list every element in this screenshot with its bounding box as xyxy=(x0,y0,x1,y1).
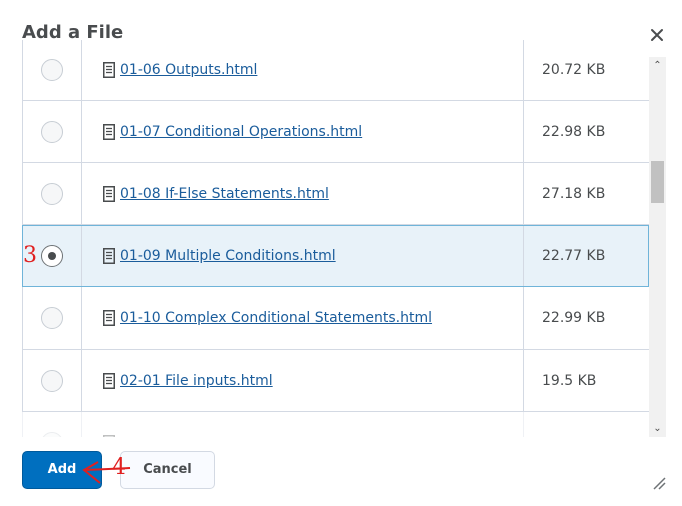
file-radio[interactable] xyxy=(41,120,63,143)
file-name-cell: 01-09 Multiple Conditions.html xyxy=(82,226,524,286)
table-row[interactable]: 02-01 File inputs.html 19.5 KB xyxy=(22,350,649,412)
file-size-cell: 19.5 KB xyxy=(524,350,649,411)
file-size: 19.5 KB xyxy=(542,372,597,389)
table-row[interactable]: 01-06 Outputs.html 20.72 KB xyxy=(22,40,649,101)
scroll-up-icon[interactable]: ⌃ xyxy=(649,57,666,74)
file-list: 01-06 Outputs.html 20.72 KB 01-07 Conditio… xyxy=(22,40,649,437)
file-name-cell: 01-06 Outputs.html xyxy=(82,40,524,100)
document-icon xyxy=(103,185,115,202)
document-icon xyxy=(103,123,115,140)
file-radio[interactable] xyxy=(41,307,63,329)
table-row[interactable]: 01-10 Complex Conditional Statements.htm… xyxy=(22,287,649,350)
file-size: 22.77 KB xyxy=(542,248,606,264)
scroll-down-icon[interactable]: ⌄ xyxy=(649,420,666,437)
file-radio[interactable] xyxy=(41,182,63,205)
add-button[interactable]: Add xyxy=(22,451,102,489)
file-link[interactable]: 01-06 Outputs.html xyxy=(120,61,257,79)
radio-cell xyxy=(23,287,82,349)
file-link[interactable]: 01-09 Multiple Conditions.html xyxy=(120,247,336,265)
file-name-cell: 01-07 Conditional Operations.html xyxy=(82,101,524,162)
file-size-cell xyxy=(524,412,649,437)
file-radio[interactable] xyxy=(41,369,63,392)
file-name-cell: 02-01 File inputs.html xyxy=(82,350,524,411)
file-name-cell xyxy=(82,412,524,437)
annotation-step-3: 3 xyxy=(23,243,37,268)
radio-cell xyxy=(23,101,82,162)
table-row[interactable] xyxy=(22,412,649,437)
document-icon xyxy=(103,310,115,326)
scrollbar[interactable]: ⌃ ⌄ xyxy=(649,57,666,437)
radio-cell xyxy=(23,350,82,411)
cancel-button[interactable]: Cancel xyxy=(120,451,215,489)
table-row[interactable]: 01-07 Conditional Operations.html 22.98 K… xyxy=(22,101,649,163)
file-link[interactable]: 01-07 Conditional Operations.html xyxy=(120,123,362,141)
file-size-cell: 22.77 KB xyxy=(524,226,649,286)
radio-cell xyxy=(23,412,82,437)
file-radio[interactable] xyxy=(41,431,63,437)
file-size-cell: 22.99 KB xyxy=(524,287,649,349)
file-size-cell: 20.72 KB xyxy=(524,40,649,100)
document-icon xyxy=(103,61,115,78)
scrollbar-thumb[interactable] xyxy=(651,161,664,203)
file-link[interactable]: 02-01 File inputs.html xyxy=(120,372,273,390)
table-row[interactable]: 01-09 Multiple Conditions.html 22.77 KB xyxy=(22,225,649,287)
file-size: 22.98 KB xyxy=(542,123,606,140)
radio-selected-dot xyxy=(48,252,56,260)
radio-cell xyxy=(23,163,82,224)
document-icon xyxy=(103,248,115,264)
file-name-cell: 01-08 If-Else Statements.html xyxy=(82,163,524,224)
file-link[interactable]: 01-08 If-Else Statements.html xyxy=(120,185,329,203)
file-name-cell: 01-10 Complex Conditional Statements.htm… xyxy=(82,287,524,349)
file-link[interactable]: 01-10 Complex Conditional Statements.htm… xyxy=(120,309,432,327)
resize-handle-icon[interactable] xyxy=(652,476,666,490)
file-radio[interactable] xyxy=(41,58,63,81)
table-row[interactable]: 01-08 If-Else Statements.html 27.18 KB xyxy=(22,163,649,225)
file-size: 22.99 KB xyxy=(542,310,606,326)
file-size-cell: 22.98 KB xyxy=(524,101,649,162)
file-size: 20.72 KB xyxy=(542,61,606,78)
file-size: 27.18 KB xyxy=(542,185,606,202)
document-icon xyxy=(103,434,115,437)
radio-cell xyxy=(23,40,82,100)
file-radio[interactable] xyxy=(41,245,63,267)
document-icon xyxy=(103,372,115,389)
close-icon[interactable] xyxy=(648,26,666,44)
file-size-cell: 27.18 KB xyxy=(524,163,649,224)
